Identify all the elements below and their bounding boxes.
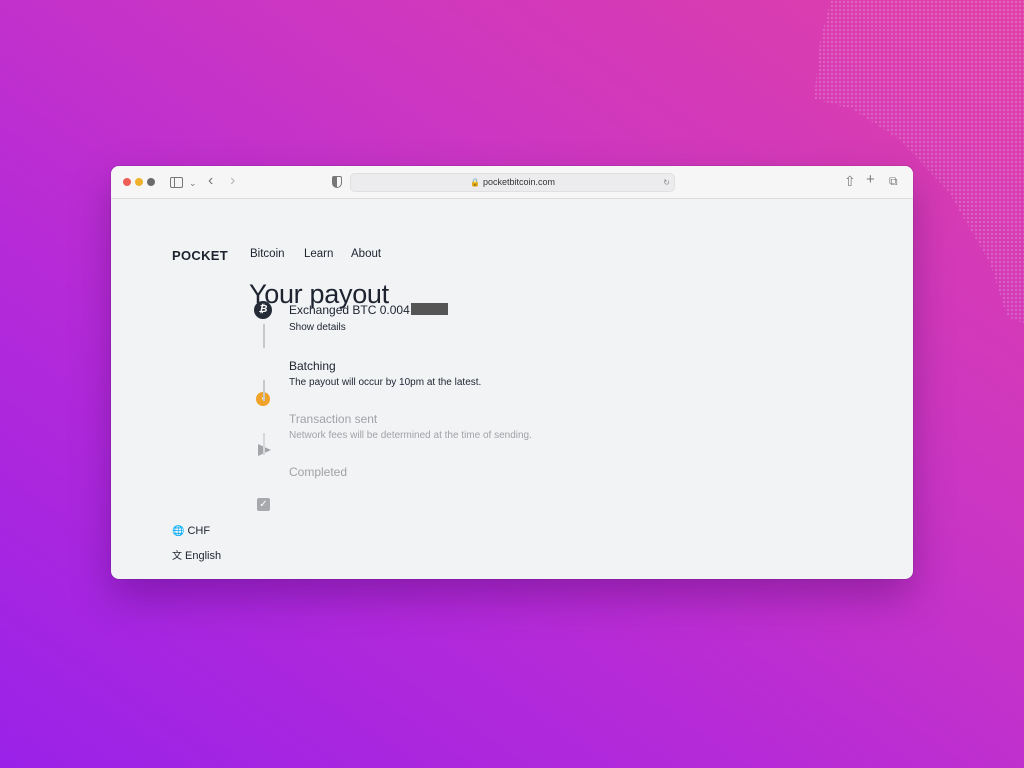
zoom-window-button[interactable] <box>147 178 155 186</box>
redacted-amount <box>410 303 448 315</box>
reload-icon[interactable]: ↻ <box>663 174 670 191</box>
bitcoin-icon: ₿ <box>254 301 272 319</box>
currency-selector[interactable]: 🌐 CHF <box>172 525 210 537</box>
nav-learn[interactable]: Learn <box>304 248 333 260</box>
show-details-link[interactable]: Show details <box>289 322 346 333</box>
nav-bitcoin[interactable]: Bitcoin <box>250 248 285 260</box>
language-selector[interactable]: 文 English <box>172 547 221 562</box>
new-tab-icon[interactable]: + <box>866 172 875 187</box>
forward-icon[interactable]: › <box>230 173 235 189</box>
tab-overview-icon[interactable]: ⧉ <box>889 174 898 188</box>
step-batching-title: Batching <box>289 359 336 373</box>
check-icon: ✓ <box>257 498 270 511</box>
sidebar-toggle-icon[interactable] <box>170 177 183 188</box>
pocket-logo[interactable]: POCKET <box>172 248 228 263</box>
minimize-window-button[interactable] <box>135 178 143 186</box>
step-sent-title: Transaction sent <box>289 412 378 426</box>
step-completed-title: Completed <box>289 465 348 479</box>
nav-about[interactable]: About <box>351 248 381 260</box>
step-batching-subtitle: The payout will occur by 10pm at the lat… <box>289 377 482 388</box>
chevron-down-icon[interactable]: ⌄ <box>189 176 197 190</box>
globe-icon: 🌐 <box>172 526 185 537</box>
browser-toolbar: ⌄ ‹ › 🔒 pocketbitcoin.com ↻ ⇧ + ⧉ <box>111 166 913 199</box>
share-icon[interactable]: ⇧ <box>844 174 856 188</box>
lock-icon: 🔒 <box>469 178 480 187</box>
url-text: pocketbitcoin.com <box>482 177 555 187</box>
privacy-shield-icon[interactable] <box>332 176 342 188</box>
step-sent-subtitle: Network fees will be determined at the t… <box>289 430 532 441</box>
step-connector <box>263 380 265 401</box>
close-window-button[interactable] <box>123 178 131 186</box>
step-exchanged-label: Exchanged BTC 0.004 <box>289 303 410 317</box>
browser-window: ⌄ ‹ › 🔒 pocketbitcoin.com ↻ ⇧ + ⧉ POCKET … <box>111 166 913 579</box>
currency-label: CHF <box>187 525 211 537</box>
page-content: POCKET Bitcoin Learn About Your payout ₿… <box>111 199 913 579</box>
step-connector <box>263 433 265 455</box>
step-exchanged-title: Exchanged BTC 0.004 <box>289 303 448 317</box>
address-bar[interactable]: 🔒 pocketbitcoin.com ↻ <box>350 173 675 192</box>
translate-icon: 文 <box>172 551 182 562</box>
language-label: English <box>185 550 222 562</box>
step-connector <box>263 324 265 348</box>
send-icon <box>258 444 271 456</box>
back-icon[interactable]: ‹ <box>208 173 213 189</box>
